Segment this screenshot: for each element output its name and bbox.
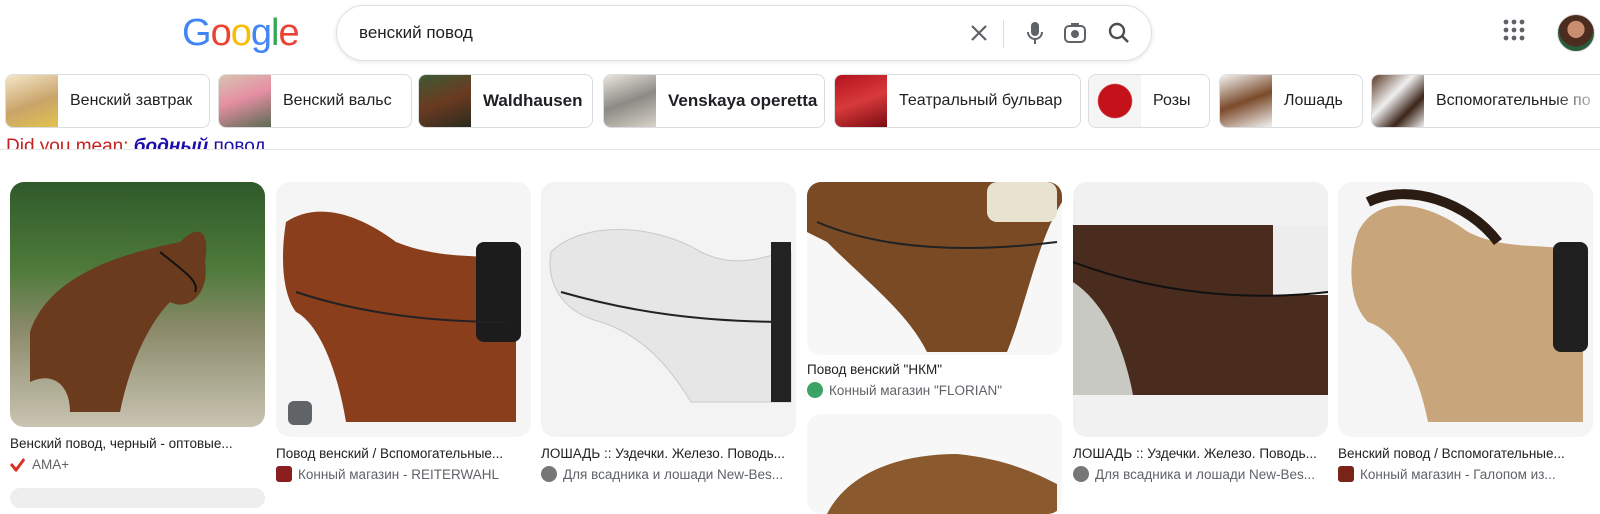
- checkmark-icon: [10, 457, 26, 472]
- result-image[interactable]: [276, 182, 531, 437]
- horse-logo-icon: [807, 382, 823, 398]
- result-source[interactable]: Конный магазин - Галопом из...: [1338, 466, 1593, 482]
- chip-thumbnail: [1372, 75, 1424, 127]
- result-image[interactable]: [807, 182, 1062, 355]
- chip-auxiliary[interactable]: Вспомогательные по: [1371, 74, 1600, 128]
- close-icon[interactable]: [965, 19, 993, 47]
- camera-icon[interactable]: [1061, 19, 1089, 47]
- result-title[interactable]: ЛОШАДЬ :: Уздечки. Железо. Поводь...: [541, 446, 796, 461]
- result-title[interactable]: Венский повод / Вспомогательные...: [1338, 446, 1593, 461]
- mic-icon[interactable]: [1021, 19, 1049, 47]
- result-source[interactable]: Для всадника и лошади New-Bes...: [1073, 466, 1328, 482]
- chip-viennese-waltz[interactable]: Венский вальс: [218, 74, 412, 128]
- chip-thumbnail: [1220, 75, 1272, 127]
- result-title[interactable]: ЛОШАДЬ :: Уздечки. Железо. Поводь...: [1073, 446, 1328, 461]
- result-source[interactable]: Для всадника и лошади New-Bes...: [541, 466, 796, 482]
- result-image[interactable]: [541, 182, 796, 437]
- chip-waldhausen[interactable]: Waldhausen: [418, 74, 593, 128]
- chip-thumbnail: [604, 75, 656, 127]
- chip-thumbnail: [219, 75, 271, 127]
- chip-thumbnail: [419, 75, 471, 127]
- chip-theatre-boulevard[interactable]: Театральный бульвар: [834, 74, 1081, 128]
- result-title[interactable]: Повод венский "НКМ": [807, 362, 1062, 377]
- chip-thumbnail: [6, 75, 58, 127]
- chip-roses[interactable]: Розы: [1088, 74, 1210, 128]
- result-image[interactable]: [10, 182, 265, 427]
- divider: [1003, 20, 1004, 48]
- chip-thumbnail: [835, 75, 887, 127]
- search-box[interactable]: венский повод: [336, 5, 1152, 61]
- chip-thumbnail: [1089, 75, 1141, 127]
- search-icon[interactable]: [1105, 19, 1133, 47]
- globe-icon: [541, 466, 557, 482]
- apps-grid-icon[interactable]: [1502, 18, 1530, 46]
- result-source[interactable]: Конный магазин "FLORIAN": [807, 382, 1062, 398]
- result-title[interactable]: Венский повод, черный - оптовые...: [10, 436, 265, 451]
- did-you-mean[interactable]: Did you mean: бодный повод: [6, 132, 266, 149]
- result-source[interactable]: AMA+: [10, 456, 265, 472]
- result-image[interactable]: [807, 414, 1062, 514]
- tag-icon: [288, 401, 312, 425]
- result-image[interactable]: [1338, 182, 1593, 437]
- shield-icon: [276, 466, 292, 482]
- globe-icon: [1073, 466, 1089, 482]
- chip-horse[interactable]: Лошадь: [1219, 74, 1363, 128]
- refinement-chips: Венский завтрак Венский вальс Waldhausen…: [0, 74, 1600, 128]
- result-image[interactable]: [10, 488, 265, 508]
- google-logo[interactable]: Google: [182, 12, 300, 55]
- avatar[interactable]: [1557, 14, 1595, 52]
- horse-logo-icon: [1338, 466, 1354, 482]
- chip-venskaya-operetta[interactable]: Venskaya operetta: [603, 74, 825, 128]
- result-source[interactable]: Конный магазин - REITERWAHL: [276, 466, 531, 482]
- search-input[interactable]: венский повод: [359, 23, 473, 43]
- header-divider: [0, 149, 1600, 150]
- result-title[interactable]: Повод венский / Вспомогательные...: [276, 446, 531, 461]
- result-image[interactable]: [1073, 182, 1328, 437]
- chip-viennese-breakfast[interactable]: Венский завтрак: [5, 74, 210, 128]
